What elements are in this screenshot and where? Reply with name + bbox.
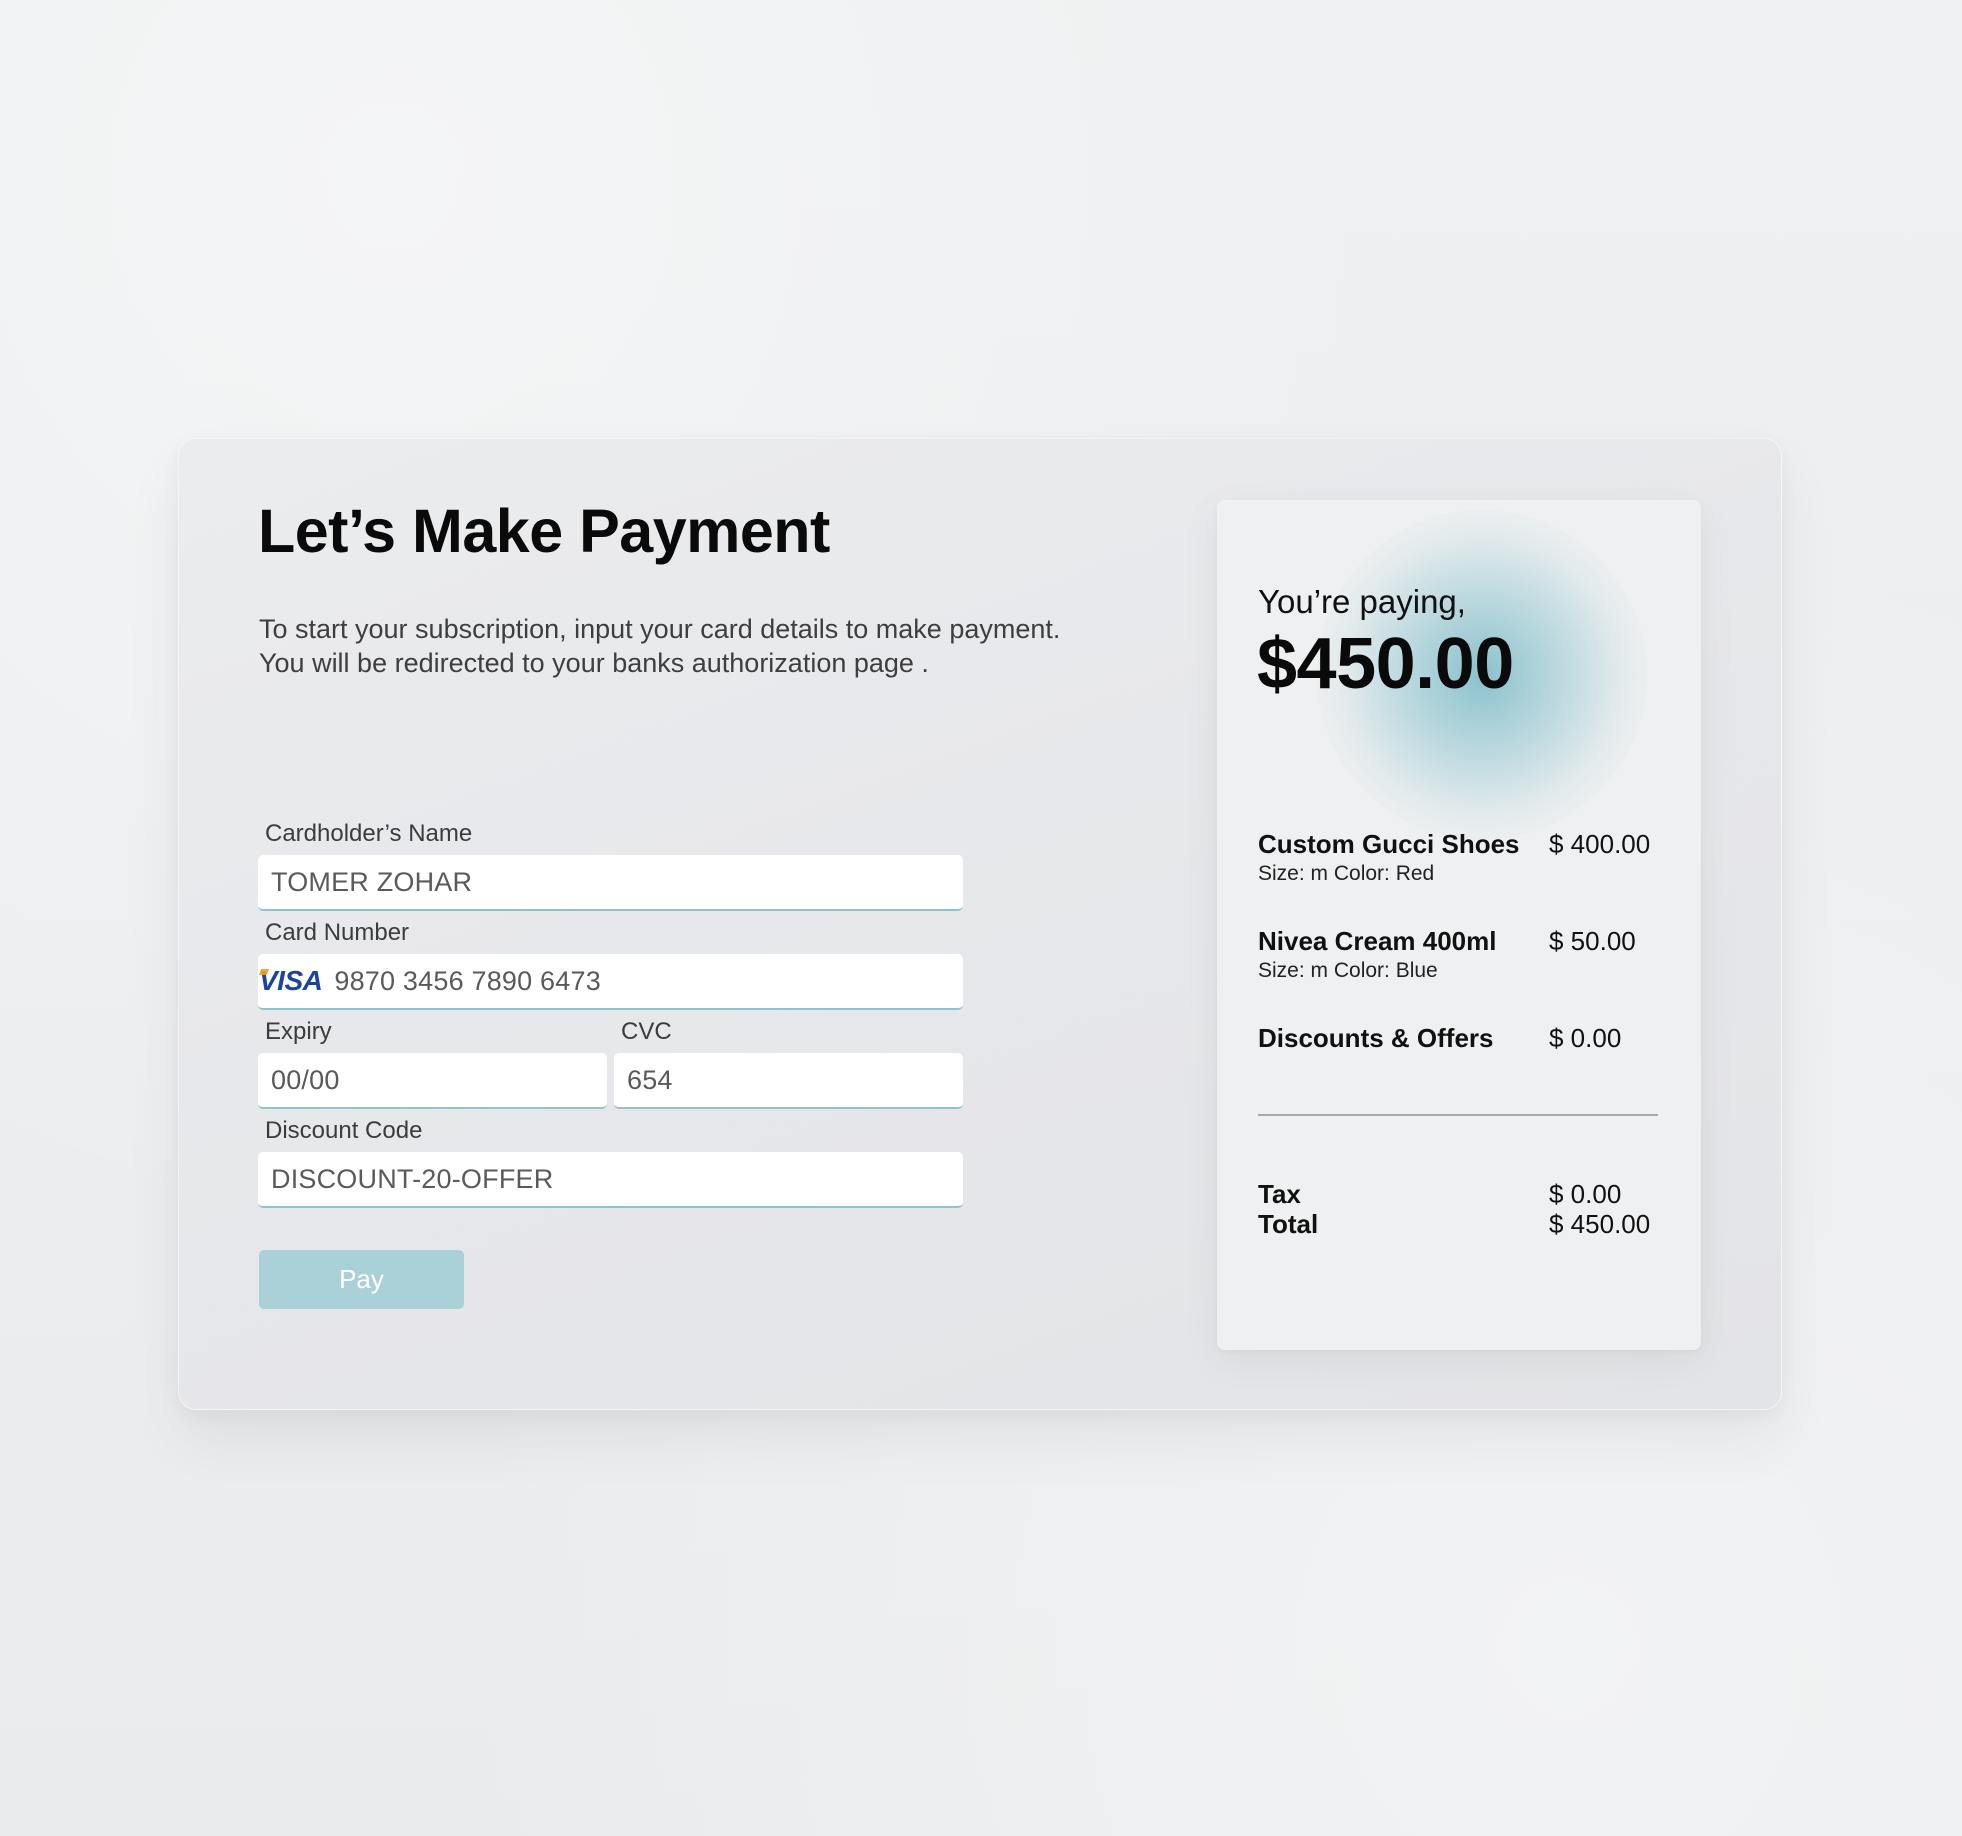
expiry-field[interactable] bbox=[258, 1053, 607, 1109]
item-name: Nivea Cream 400ml bbox=[1258, 926, 1497, 956]
discounts-value: $ 0.00 bbox=[1549, 1023, 1622, 1053]
cvc-field[interactable] bbox=[614, 1053, 963, 1109]
expiry-input[interactable] bbox=[271, 1064, 607, 1096]
item-name: Custom Gucci Shoes bbox=[1258, 829, 1520, 859]
card-number-field[interactable]: VISA bbox=[258, 954, 963, 1010]
paying-amount: $450.00 bbox=[1257, 624, 1514, 704]
discounts-label: Discounts & Offers bbox=[1258, 1023, 1494, 1053]
item-meta: Size: m Color: Red bbox=[1258, 862, 1435, 885]
visa-icon: VISA bbox=[259, 965, 323, 996]
discount-input[interactable] bbox=[271, 1163, 963, 1195]
discount-field[interactable] bbox=[258, 1152, 963, 1208]
pay-button[interactable]: Pay bbox=[259, 1250, 464, 1309]
cvc-label: CVC bbox=[621, 1018, 672, 1045]
tax-label: Tax bbox=[1258, 1179, 1301, 1209]
discount-label: Discount Code bbox=[265, 1117, 423, 1144]
cvc-input[interactable] bbox=[627, 1064, 963, 1096]
cardholder-label: Cardholder’s Name bbox=[265, 820, 473, 847]
page-title: Let’s Make Payment bbox=[258, 497, 830, 565]
item-price: $ 50.00 bbox=[1549, 926, 1636, 956]
tax-value: $ 0.00 bbox=[1549, 1179, 1622, 1209]
order-summary: You’re paying, $450.00 Custom Gucci Shoe… bbox=[1217, 500, 1701, 1350]
intro-text: To start your subscription, input your c… bbox=[259, 614, 1061, 678]
card-number-label: Card Number bbox=[265, 919, 410, 946]
total-value: $ 450.00 bbox=[1549, 1209, 1651, 1239]
cardholder-field[interactable] bbox=[258, 855, 963, 911]
total-label: Total bbox=[1258, 1209, 1319, 1239]
paying-label: You’re paying, bbox=[1258, 583, 1466, 620]
item-meta: Size: m Color: Blue bbox=[1258, 959, 1438, 982]
item-price: $ 400.00 bbox=[1549, 829, 1651, 859]
expiry-label: Expiry bbox=[265, 1018, 332, 1045]
card-number-input[interactable] bbox=[334, 965, 963, 997]
divider bbox=[1258, 1114, 1658, 1116]
cardholder-input[interactable] bbox=[271, 866, 963, 898]
